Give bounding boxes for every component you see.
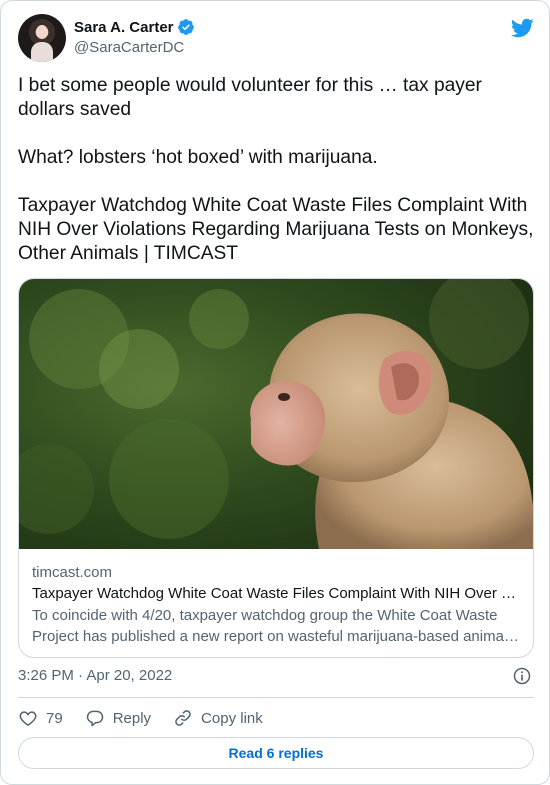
link-preview-card[interactable]: timcast.com Taxpayer Watchdog White Coat… [18,278,534,658]
read-replies-button[interactable]: Read 6 replies [18,737,534,769]
author-handle[interactable]: @SaraCarterDC [74,39,184,56]
info-icon[interactable] [512,666,532,686]
action-bar: 79 Reply Copy link [18,706,285,730]
reply-label: Reply [112,709,152,727]
copy-link-button[interactable]: Copy link [173,708,263,728]
avatar-body [31,42,53,62]
name-line: Sara A. Carter [74,17,195,37]
reply-button[interactable]: Reply [85,708,151,728]
twitter-bird-icon[interactable] [510,16,534,40]
copy-link-label: Copy link [201,709,263,727]
tweet-timestamp[interactable]: 3:26 PM · Apr 20, 2022 [18,667,172,684]
tweet-header: Sara A. Carter @SaraCarterDC [18,14,534,62]
link-description-line1: To coincide with 4/20, taxpayer watchdog… [32,607,498,624]
like-count: 79 [46,709,63,727]
link-title[interactable]: Taxpayer Watchdog White Coat Waste Files… [32,583,522,605]
heart-icon [19,711,37,726]
divider [18,697,534,698]
avatar-face [36,25,48,39]
tweet-text: I bet some people would volunteer for th… [18,75,534,264]
link-description-line2: Project has published a new report on wa… [32,628,522,645]
reply-icon [86,710,103,727]
link-description: To coincide with 4/20, taxpayer watchdog… [32,605,522,647]
link-preview-image[interactable] [19,279,534,549]
avatar[interactable] [18,14,66,62]
author-name[interactable]: Sara A. Carter [74,19,174,36]
like-button[interactable]: 79 [18,708,63,728]
link-meta: timcast.com Taxpayer Watchdog White Coat… [32,563,522,647]
tweet-card: Sara A. Carter @SaraCarterDC I bet some … [0,0,550,785]
link-domain[interactable]: timcast.com [32,563,522,583]
verified-badge-icon [177,19,194,35]
link-icon [175,710,191,726]
